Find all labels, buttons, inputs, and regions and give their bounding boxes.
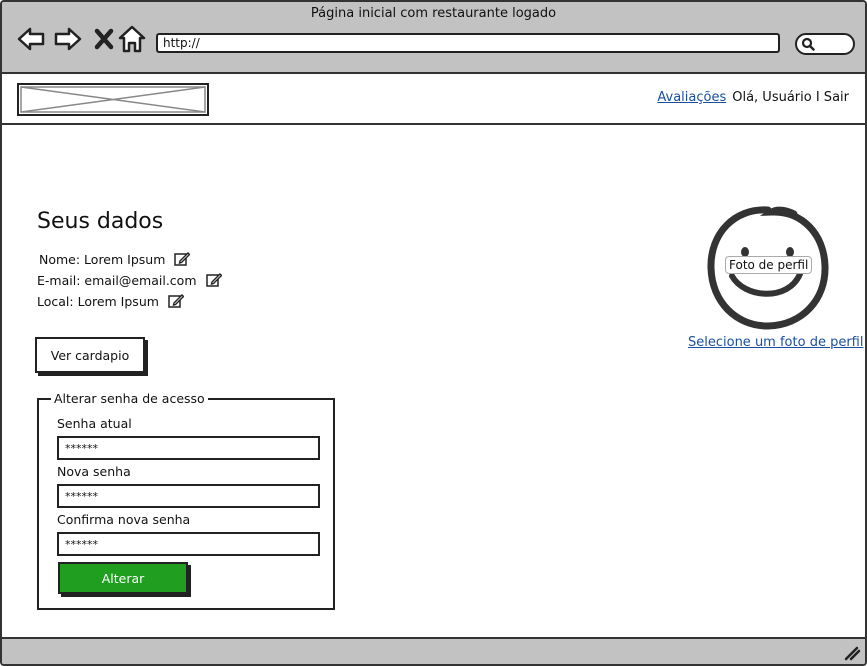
logo-placeholder <box>17 83 209 116</box>
url-input[interactable] <box>156 33 780 53</box>
location-row: Local: Lorem Ipsum <box>37 293 184 309</box>
password-fieldset: Alterar senha de acesso Senha atual Nova… <box>37 391 335 610</box>
new-password-label: Nova senha <box>57 464 131 479</box>
email-row: E-mail: email@email.com <box>37 272 222 288</box>
site-header: Avaliações Olá, Usuário I Sair <box>2 74 865 125</box>
edit-icon[interactable] <box>168 293 184 309</box>
change-password-button[interactable]: Alterar <box>58 562 188 594</box>
browser-toolbar: Página inicial com restaurante logado <box>2 2 865 74</box>
resize-grip-icon[interactable] <box>843 643 861 661</box>
confirm-password-input[interactable] <box>57 532 320 556</box>
window-title: Página inicial com restaurante logado <box>310 6 557 21</box>
profile-photo-label: Foto de perfil <box>725 256 813 274</box>
reviews-link[interactable]: Avaliações <box>657 90 726 105</box>
back-arrow-icon[interactable] <box>16 24 46 54</box>
page-title: Seus dados <box>37 209 164 234</box>
name-row: Nome: Lorem Ipsum <box>39 251 191 267</box>
browser-window: Página inicial com restaurante logado ht… <box>0 0 867 666</box>
select-photo-link[interactable]: Selecione um foto de perfil <box>688 335 863 350</box>
user-greeting[interactable]: Olá, Usuário I Sair <box>732 90 849 105</box>
current-password-input[interactable] <box>57 436 320 460</box>
forward-arrow-icon[interactable] <box>53 24 83 54</box>
search-box[interactable] <box>795 33 855 55</box>
close-x-icon[interactable] <box>90 24 120 54</box>
view-menu-button[interactable]: Ver cardapio <box>35 337 145 373</box>
home-icon[interactable] <box>117 24 147 54</box>
email-value: E-mail: email@email.com <box>37 272 197 288</box>
name-value: Nome: Lorem Ipsum <box>39 251 166 267</box>
edit-icon[interactable] <box>205 272 222 288</box>
password-fieldset-legend: Alterar senha de acesso <box>51 391 208 406</box>
edit-icon[interactable] <box>174 251 191 267</box>
header-nav: Avaliações Olá, Usuário I Sair <box>657 90 849 105</box>
status-bar <box>2 637 865 664</box>
new-password-input[interactable] <box>57 484 320 508</box>
current-password-label: Senha atual <box>57 416 132 431</box>
confirm-password-label: Confirma nova senha <box>57 512 191 527</box>
location-value: Local: Lorem Ipsum <box>37 293 159 309</box>
search-icon <box>801 37 815 51</box>
